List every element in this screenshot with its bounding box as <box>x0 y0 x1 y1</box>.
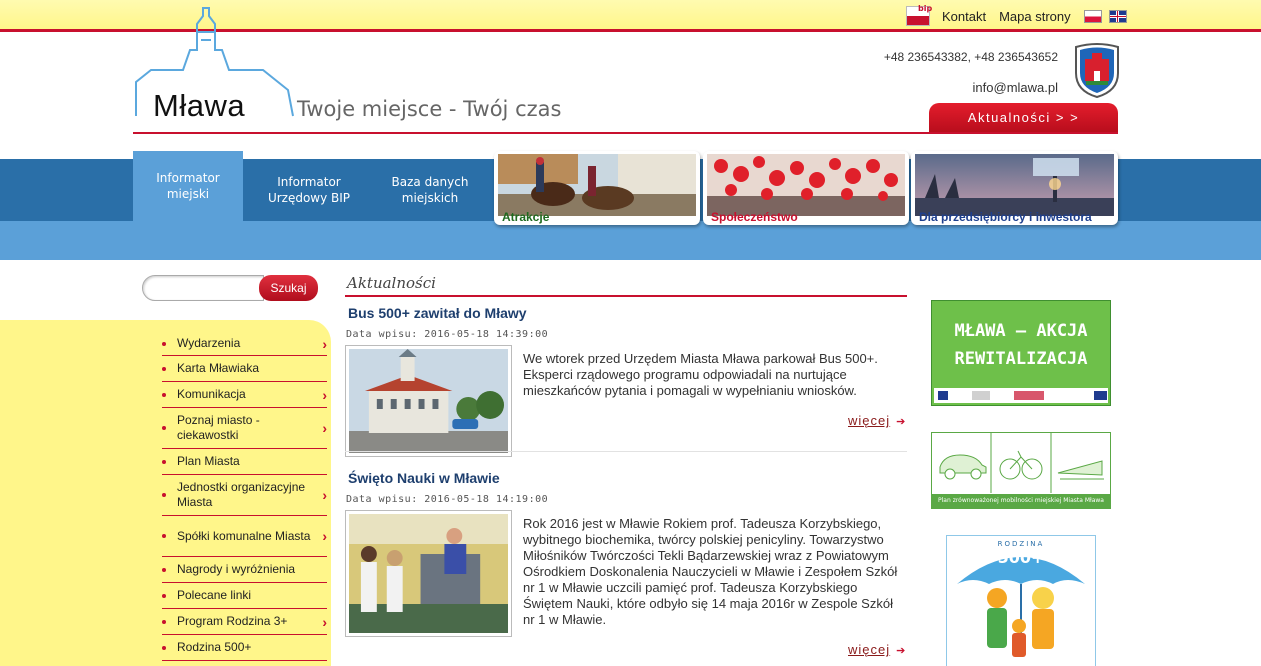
mobility-icons <box>939 433 1104 493</box>
bullet-icon <box>162 593 166 598</box>
article-title[interactable]: Bus 500+ zawitał do Mławy <box>348 305 527 321</box>
english-flag-icon[interactable] <box>1108 9 1127 23</box>
tile-label: Społeczeństwo <box>711 210 798 224</box>
tile-label: Atrakcje <box>502 210 550 224</box>
rodzina-500-banner[interactable]: RODZINA 500+ <box>946 535 1096 666</box>
page: bip Kontakt Mapa strony Mława Twoje miej… <box>0 0 1261 666</box>
tile-atrakcje[interactable]: Atrakcje <box>494 151 700 225</box>
bullet-icon <box>162 341 166 346</box>
chevron-right-icon: › <box>322 335 327 352</box>
article-title[interactable]: Święto Nauki w Mławie <box>348 470 500 486</box>
menu-item-wydarzenia[interactable]: Wydarzenia › <box>162 332 327 356</box>
arrow-right-icon: ➔ <box>896 416 907 428</box>
bullet-icon <box>162 534 166 538</box>
tile-przedsiebiorcy[interactable]: Dla przedsiębiorcy i inwestora <box>911 151 1118 225</box>
polish-flag-icon[interactable] <box>1083 9 1102 23</box>
menu-item-polecane-linki[interactable]: Polecane linki <box>162 583 327 609</box>
science-day-photo <box>349 514 508 633</box>
article-body: We wtorek przed Urzędem Miasta Mława par… <box>523 351 878 398</box>
menu-item-nagrody[interactable]: Nagrody i wyróżnienia <box>162 557 327 583</box>
top-links: bip Kontakt Mapa strony <box>906 4 1127 28</box>
nav-baza-danych[interactable]: Baza danych miejskich <box>376 159 484 221</box>
chevron-right-icon: › <box>322 613 327 630</box>
menu-item-plan-miasta[interactable]: Plan Miasta <box>162 449 327 475</box>
read-more-link[interactable]: więcej ➔ <box>848 413 906 428</box>
tile-label: Dla przedsiębiorcy i inwestora <box>919 210 1092 224</box>
mobility-plan-banner[interactable]: Plan zrównoważonej mobilności miejskiej … <box>931 432 1111 509</box>
chevron-right-icon: › <box>322 487 327 503</box>
chevron-right-icon: › <box>322 386 327 403</box>
article-thumbnail[interactable] <box>345 510 512 637</box>
bullet-icon <box>162 392 166 397</box>
bip-icon[interactable]: bip <box>906 4 932 28</box>
menu-item-spolki[interactable]: Spółki komunalne Miasta › <box>162 516 327 557</box>
chevron-right-icon: › <box>322 420 327 436</box>
article-thumbnail[interactable] <box>345 345 512 457</box>
contact-email[interactable]: info@mlawa.pl <box>973 80 1058 95</box>
atrakcje-image <box>498 154 696 216</box>
tile-spoleczenstwo[interactable]: Społeczeństwo <box>703 151 909 225</box>
przedsiebiorcy-image <box>915 154 1114 216</box>
site-logo[interactable]: Mława <box>153 88 245 124</box>
site-tagline: Twoje miejsce - Twój czas <box>297 97 562 121</box>
search-input[interactable] <box>142 275 264 301</box>
menu-item-rodzina-500[interactable]: Rodzina 500+ <box>162 635 327 661</box>
bullet-icon <box>162 426 166 430</box>
nav-informator-bip[interactable]: Informator Urzędowy BIP <box>253 159 365 221</box>
rodzina-number: 500+ <box>997 548 1045 567</box>
arrow-right-icon: ➔ <box>896 645 907 657</box>
menu-item-jednostki[interactable]: Jednostki organizacyjne Miasta › <box>162 475 327 516</box>
nav-subband <box>0 221 1261 260</box>
menu-item-poznaj-miasto[interactable]: Poznaj miasto - ciekawostki › <box>162 408 327 449</box>
search-button[interactable]: Szukaj <box>259 275 318 301</box>
banner-line: MŁAWA – AKCJA <box>954 321 1088 341</box>
menu-item-komunikacja[interactable]: Komunikacja › <box>162 382 327 408</box>
article-date: Data wpisu: 2016-05-18 14:19:00 <box>346 494 549 505</box>
menu-item-karta-mlawiaka[interactable]: Karta Mławiaka <box>162 356 327 382</box>
article-separator <box>345 451 907 452</box>
bullet-icon <box>162 366 166 371</box>
bullet-icon <box>162 619 166 624</box>
side-menu: Wydarzenia › Karta Mławiaka Komunikacja … <box>162 332 327 661</box>
bullet-icon <box>162 645 166 650</box>
bullet-icon <box>162 567 166 572</box>
contact-link[interactable]: Kontakt <box>942 9 986 24</box>
news-button[interactable]: Aktualności > > <box>929 103 1118 133</box>
read-more-link[interactable]: więcej ➔ <box>848 642 906 657</box>
eu-logos <box>934 388 1108 403</box>
contact-phones: +48 236543382, +48 236543652 <box>883 50 1058 64</box>
coat-of-arms-icon <box>1075 43 1119 99</box>
nav-informator-miejski[interactable]: Informator miejski <box>133 151 243 221</box>
news-heading: Aktualności <box>347 274 436 292</box>
rewitalizacja-banner[interactable]: MŁAWA – AKCJA REWITALIZACJA <box>931 300 1111 406</box>
bullet-icon <box>162 493 166 497</box>
article-body: Rok 2016 jest w Mławie Rokiem prof. Tade… <box>523 516 898 627</box>
article-date: Data wpisu: 2016-05-18 14:39:00 <box>346 329 549 340</box>
bullet-icon <box>162 459 166 464</box>
chevron-right-icon: › <box>322 528 327 544</box>
header-divider <box>133 132 1118 134</box>
news-divider <box>345 295 907 297</box>
spoleczenstwo-image <box>707 154 905 216</box>
menu-item-rodzina-3[interactable]: Program Rodzina 3+ › <box>162 609 327 635</box>
rodzina-top: RODZINA <box>997 540 1045 548</box>
banner-line: REWITALIZACJA <box>954 349 1088 369</box>
banner-caption: Plan zrównoważonej mobilności miejskiej … <box>932 494 1110 508</box>
sitemap-link[interactable]: Mapa strony <box>999 9 1071 24</box>
town-hall-photo <box>349 349 508 453</box>
